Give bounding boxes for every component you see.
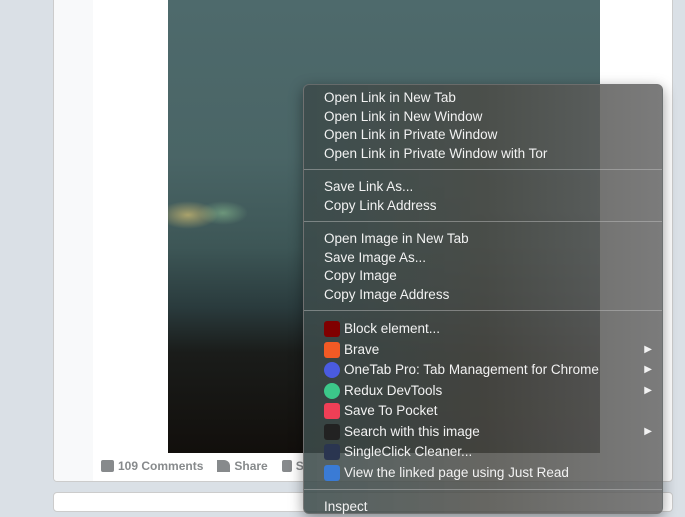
menu-extension-item[interactable]: SingleClick Cleaner... <box>304 442 662 463</box>
menu-open-image-new-tab[interactable]: Open Image in New Tab <box>304 230 662 249</box>
menu-item-label: Search with this image <box>344 423 480 439</box>
menu-extension-item[interactable]: Brave ▶ <box>304 340 662 361</box>
trash-icon <box>324 444 340 461</box>
submenu-arrow-icon: ▶ <box>644 425 652 437</box>
menu-extension-item[interactable]: Redux DevTools ▶ <box>304 381 662 402</box>
comments-button[interactable]: 109 Comments <box>101 459 203 473</box>
submenu-arrow-icon: ▶ <box>644 343 652 355</box>
onetab-icon <box>324 362 340 379</box>
menu-item-label: OneTab Pro: Tab Management for Chrome <box>344 362 599 377</box>
menu-item-label: Save To Pocket <box>344 403 438 418</box>
pocket-icon <box>324 403 340 420</box>
menu-inspect[interactable]: Inspect <box>304 498 662 517</box>
ublock-icon <box>324 321 340 338</box>
menu-copy-image[interactable]: Copy Image <box>304 267 662 286</box>
submenu-arrow-icon: ▶ <box>644 364 652 375</box>
menu-save-link-as[interactable]: Save Link As... <box>304 178 662 197</box>
bookmark-icon <box>281 460 292 472</box>
menu-open-link-private[interactable]: Open Link in Private Window <box>304 126 662 145</box>
menu-separator <box>304 221 662 222</box>
menu-extension-item[interactable]: OneTab Pro: Tab Management for Chrome ▶ <box>304 360 662 381</box>
menu-copy-image-address[interactable]: Copy Image Address <box>304 286 662 305</box>
menu-open-link-tor[interactable]: Open Link in Private Window with Tor <box>304 145 662 164</box>
brave-icon <box>324 341 340 358</box>
menu-item-label: SingleClick Cleaner... <box>344 444 473 459</box>
menu-open-link-new-window[interactable]: Open Link in New Window <box>304 108 662 127</box>
post-actions: 109 Comments Share S <box>101 459 304 473</box>
menu-item-label: View the linked page using Just Read <box>344 464 569 480</box>
redux-icon <box>324 382 340 399</box>
share-button[interactable]: Share <box>217 459 268 473</box>
menu-save-image-as[interactable]: Save Image As... <box>304 249 662 268</box>
submenu-arrow-icon: ▶ <box>644 384 652 396</box>
menu-separator <box>304 489 662 490</box>
menu-open-link-new-tab[interactable]: Open Link in New Tab <box>304 89 662 108</box>
menu-item-label: Brave <box>344 341 380 357</box>
context-menu: Open Link in New Tab Open Link in New Wi… <box>303 84 663 514</box>
save-button[interactable]: S <box>281 459 304 473</box>
menu-extension-item[interactable]: View the linked page using Just Read <box>304 463 662 484</box>
comment-icon <box>101 460 114 472</box>
menu-separator <box>304 169 662 170</box>
menu-item-label: Redux DevTools <box>344 382 443 398</box>
menu-extension-item[interactable]: Search with this image ▶ <box>304 422 662 443</box>
menu-item-label: Block element... <box>344 321 441 336</box>
just-read-icon <box>324 464 340 481</box>
image-search-icon <box>324 423 340 440</box>
vote-column <box>54 0 93 481</box>
share-icon <box>217 460 231 472</box>
menu-copy-link-address[interactable]: Copy Link Address <box>304 197 662 216</box>
menu-extension-item[interactable]: Block element... <box>304 319 662 340</box>
menu-separator <box>304 310 662 311</box>
menu-extension-item[interactable]: Save To Pocket <box>304 401 662 422</box>
